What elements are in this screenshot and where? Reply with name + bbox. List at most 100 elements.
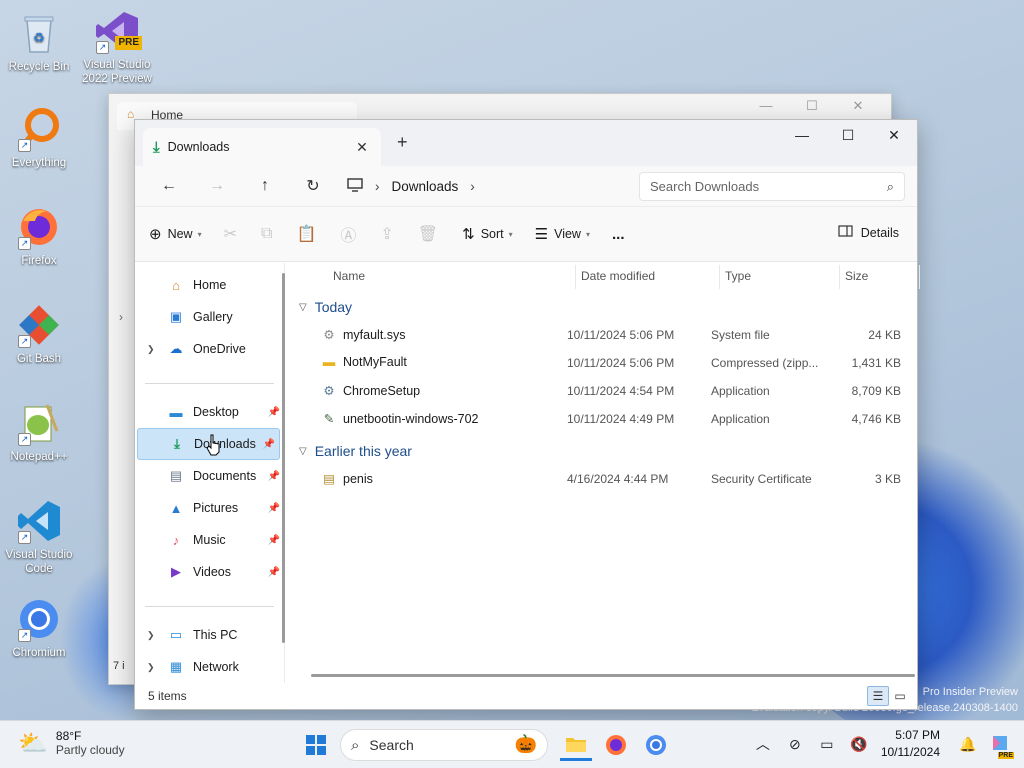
view-button[interactable]: ☰ View ▾ [535, 225, 590, 243]
sidebar-item-network[interactable]: ❯ ▦ Network [135, 651, 284, 683]
downloads-explorer-window[interactable]: ⤓ Downloads ✕ + — ☐ ✕ ← → ↑ ↻ › Download… [134, 119, 920, 710]
volume-muted-icon[interactable]: 🔇 [843, 736, 875, 753]
breadcrumb-chevron-icon[interactable]: › [375, 179, 380, 194]
close-tab-icon[interactable]: ✕ [353, 139, 371, 156]
column-divider[interactable] [919, 265, 920, 289]
file-row[interactable]: ▤ penis 4/16/2024 4:44 PM Security Certif… [299, 465, 917, 493]
pin-icon[interactable]: 📌 [268, 471, 280, 482]
no-network-icon[interactable]: ⊘ [779, 736, 811, 753]
display-icon[interactable]: ▭ [811, 736, 843, 753]
taskbar-chromium[interactable] [640, 729, 672, 761]
taskbar-search[interactable]: ⌕ Search 🎃 [340, 729, 548, 761]
share-icon[interactable]: ⇪ [380, 224, 393, 244]
column-name[interactable]: Name [333, 269, 365, 283]
copy-icon[interactable]: ⧉ [261, 225, 272, 243]
clock[interactable]: 5:07 PM 10/11/2024 [881, 727, 940, 761]
tiles-view-icon[interactable]: ▭ [889, 686, 911, 706]
new-button[interactable]: ⊕ New ▾ [149, 225, 202, 243]
sidebar-item-onedrive[interactable]: ❯ ☁ OneDrive [135, 333, 284, 365]
desktop-icon-notepad-plus-plus[interactable]: ↗ Notepad++ [1, 400, 77, 464]
chevron-right-icon[interactable]: ❯ [147, 344, 155, 355]
pin-icon[interactable]: 📌 [268, 535, 280, 546]
sidebar-item-desktop[interactable]: ▬ Desktop 📌 [135, 396, 284, 428]
file-row[interactable]: ▬ NotMyFault 10/11/2024 5:06 PM Compresse… [299, 349, 917, 377]
sidebar-item-videos[interactable]: ▶ Videos 📌 [135, 556, 284, 588]
delete-icon[interactable]: 🗑 [418, 224, 438, 244]
refresh-button[interactable]: ↻ [289, 176, 337, 196]
desktop-icon-git-bash[interactable]: ↗ Git Bash [1, 302, 77, 366]
chevron-right-icon[interactable]: ❯ [147, 630, 155, 641]
file-list[interactable]: Name Date modified Type Size ▽ Today ⚙ my… [285, 263, 920, 683]
sort-button[interactable]: ⇅ Sort ▾ [462, 225, 513, 243]
desktop-icon-visual-studio-preview[interactable]: PRE ↗ Visual Studio 2022 Preview [79, 8, 155, 86]
sidebar-item-pictures[interactable]: ▲ Pictures 📌 [135, 492, 284, 524]
breadcrumb-chevron-icon[interactable]: › [470, 179, 475, 194]
more-options-button[interactable]: ... [612, 226, 625, 243]
pin-icon[interactable]: 📌 [263, 439, 275, 450]
minimize-button[interactable]: — [779, 120, 825, 150]
group-header-earlier-this-year[interactable]: ▽ Earlier this year [299, 437, 917, 465]
monitor-icon[interactable] [347, 177, 363, 195]
taskbar-apps: ⌕ Search 🎃 [300, 729, 680, 761]
file-row[interactable]: ⚙ myfault.sys 10/11/2024 5:06 PM System f… [299, 321, 917, 349]
view-lines-icon: ☰ [534, 226, 549, 243]
file-list-horizontal-scrollbar[interactable] [311, 674, 915, 677]
sidebar-divider [145, 383, 274, 384]
breadcrumb-current[interactable]: Downloads [392, 179, 459, 194]
desktop-icon-vscode[interactable]: ↗ Visual Studio Code [1, 498, 77, 576]
file-row[interactable]: ⚙ ChromeSetup 10/11/2024 4:54 PM Applicat… [299, 377, 917, 405]
pin-icon[interactable]: 📌 [268, 503, 280, 514]
cut-icon[interactable]: ✂ [224, 224, 237, 244]
new-tab-button[interactable]: + [397, 132, 408, 153]
breadcrumb[interactable]: › Downloads › [347, 171, 487, 201]
chevron-up-icon[interactable]: ︿ [747, 734, 779, 754]
pin-icon[interactable]: 📌 [268, 567, 280, 578]
maximize-button[interactable]: ☐ [825, 120, 871, 150]
plus-circle-icon: ⊕ [149, 226, 162, 243]
desktop-icon-firefox[interactable]: ↗ Firefox [1, 204, 77, 268]
minimize-icon[interactable]: — [743, 98, 789, 113]
taskbar-firefox[interactable] [600, 729, 632, 761]
paste-icon[interactable]: 📋 [296, 224, 316, 244]
search-input[interactable] [650, 179, 850, 194]
desktop-icon-recycle-bin[interactable]: ♻ Recycle Bin [1, 10, 77, 74]
navigation-pane[interactable]: ⌂ Home ▣ Gallery ❯ ☁ OneDrive ▬ Desktop … [135, 263, 285, 683]
column-divider[interactable] [575, 265, 576, 289]
file-row[interactable]: ✎ unetbootin-windows-702 10/11/2024 4:49 … [299, 405, 917, 433]
weather-widget[interactable]: ⛅ 88°F Partly cloudy [18, 729, 125, 758]
shortcut-arrow-icon: ↗ [18, 433, 31, 446]
up-button[interactable]: ↑ [241, 177, 289, 195]
sidebar-item-home[interactable]: ⌂ Home [135, 269, 284, 301]
pin-icon[interactable]: 📌 [268, 407, 280, 418]
column-divider[interactable] [719, 265, 720, 289]
tab-downloads[interactable]: ⤓ Downloads ✕ [143, 128, 381, 166]
desktop-icon-everything[interactable]: ↗ Everything [1, 106, 77, 170]
group-header-today[interactable]: ▽ Today [299, 293, 917, 321]
column-divider[interactable] [839, 265, 840, 289]
column-date-modified[interactable]: Date modified [581, 269, 655, 283]
close-icon[interactable]: ✕ [835, 98, 881, 114]
details-button[interactable]: Details [838, 225, 899, 240]
search-box[interactable]: ⌕ [639, 172, 905, 201]
chevron-down-icon: ▽ [299, 301, 307, 313]
sidebar-item-this-pc[interactable]: ❯ ▭ This PC [135, 619, 284, 651]
start-button[interactable] [300, 729, 332, 761]
sidebar-item-gallery[interactable]: ▣ Gallery [135, 301, 284, 333]
sidebar-item-music[interactable]: ♪ Music 📌 [135, 524, 284, 556]
maximize-icon[interactable]: ☐ [789, 98, 835, 114]
close-button[interactable]: ✕ [871, 120, 917, 150]
sidebar-item-documents[interactable]: ▤ Documents 📌 [135, 460, 284, 492]
taskbar-file-explorer[interactable] [560, 729, 592, 761]
column-type[interactable]: Type [725, 269, 751, 283]
forward-button[interactable]: → [193, 177, 241, 195]
details-view-icon[interactable]: ☰ [867, 686, 889, 706]
copilot-icon[interactable]: PRE [984, 732, 1016, 759]
chevron-right-icon[interactable]: ❯ [147, 662, 155, 673]
desktop-icon-chromium[interactable]: ↗ Chromium [1, 596, 77, 660]
column-size[interactable]: Size [845, 269, 868, 283]
search-icon: ⌕ [886, 178, 894, 194]
rename-icon[interactable]: Ⓐ [340, 222, 356, 246]
notification-bell-icon[interactable]: 🔔 [952, 736, 984, 753]
back-button[interactable]: ← [145, 177, 193, 195]
firefox-icon [606, 735, 626, 755]
